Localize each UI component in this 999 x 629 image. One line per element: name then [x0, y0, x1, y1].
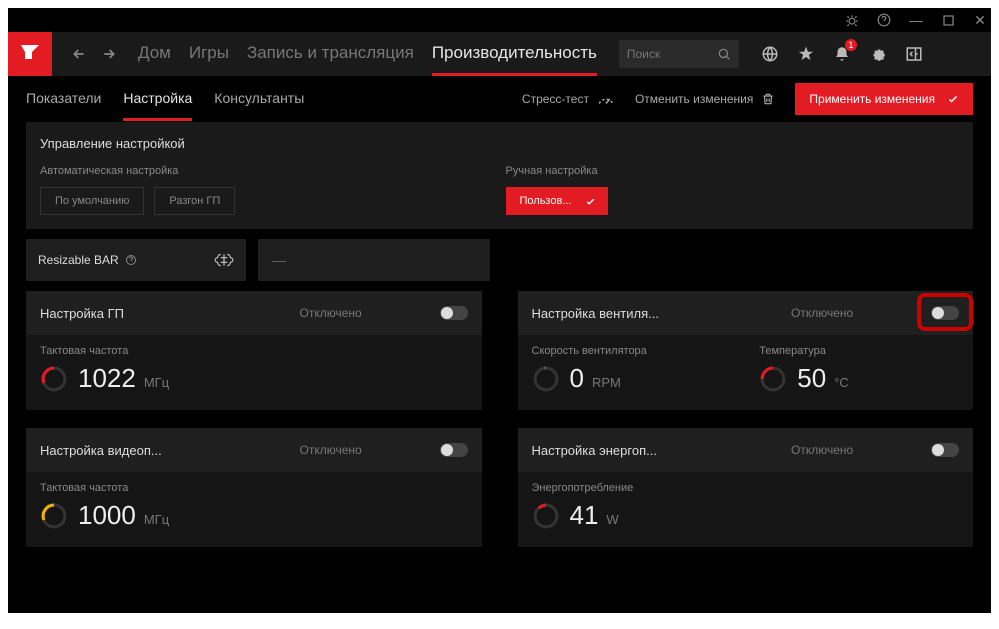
fan-speed-value: 0	[570, 363, 584, 394]
gauge-icon	[40, 502, 68, 530]
fan-speed-label: Скорость вентилятора	[532, 345, 732, 357]
vram-card-title: Настройка видеоп...	[40, 443, 300, 458]
sub-tabs: Показатели Настройка Консультанты	[26, 78, 304, 121]
star-icon[interactable]	[795, 43, 817, 65]
nav-forward-button[interactable]	[94, 39, 124, 69]
subtab-metrics[interactable]: Показатели	[26, 78, 101, 121]
nav-back-button[interactable]	[64, 39, 94, 69]
gpu-clock-unit: МГц	[144, 375, 169, 390]
tab-home[interactable]: Дом	[138, 33, 171, 76]
vram-metric-label: Тактовая частота	[40, 482, 468, 494]
app-window: — ✕ Дом Игры Запись и трансляция Произво…	[8, 8, 991, 613]
discard-button[interactable]: Отменить изменения	[635, 92, 775, 106]
vram-card-status: Отключено	[300, 443, 440, 457]
help-icon[interactable]	[877, 13, 891, 27]
gpu-tuning-card: Настройка ГП Отключено Тактовая частота …	[26, 291, 482, 410]
gpu-metric-label: Тактовая частота	[40, 345, 468, 357]
temp-value: 50	[797, 363, 826, 394]
minimize-button[interactable]: —	[909, 13, 923, 27]
gauge-icon	[597, 92, 615, 106]
fan-card-status: Отключено	[791, 306, 931, 320]
search-placeholder: Поиск	[627, 47, 660, 61]
check-icon	[947, 93, 959, 105]
subbar: Показатели Настройка Консультанты Стресс…	[8, 76, 991, 122]
bell-icon[interactable]: 1	[831, 43, 853, 65]
gpu-card-status: Отключено	[300, 306, 440, 320]
gpu-toggle[interactable]	[440, 306, 468, 320]
vram-clock-unit: МГц	[144, 512, 169, 527]
power-tuning-card: Настройка энергоп... Отключено Энергопот…	[518, 428, 974, 547]
bug-icon[interactable]	[845, 13, 859, 27]
topbar: Дом Игры Запись и трансляция Производите…	[8, 32, 991, 76]
vram-tuning-card: Настройка видеоп... Отключено Тактовая ч…	[26, 428, 482, 547]
resizable-bar-label: Resizable BAR	[38, 253, 119, 267]
search-icon	[717, 47, 731, 61]
vram-clock-value: 1000	[78, 500, 136, 531]
gear-icon[interactable]	[867, 43, 889, 65]
web-icon[interactable]	[759, 43, 781, 65]
fan-tuning-card: Настройка вентиля... Отключено Скорость …	[518, 291, 974, 410]
stress-test-button[interactable]: Стресс-тест	[522, 92, 615, 106]
content: Управление настройкой Автоматическая нас…	[8, 122, 991, 613]
dock-icon[interactable]	[903, 43, 925, 65]
resizable-bar-row: Resizable BAR —	[26, 239, 973, 281]
titlebar: — ✕	[8, 8, 991, 32]
preset-overclock-button[interactable]: Разгон ГП	[154, 187, 235, 215]
tab-games[interactable]: Игры	[189, 33, 229, 76]
gauge-icon	[759, 365, 787, 393]
check-icon	[585, 196, 596, 207]
gpu-clock-value: 1022	[78, 363, 136, 394]
apply-button[interactable]: Применить изменения	[795, 83, 973, 115]
header-icons: 1	[759, 43, 925, 65]
fan-card-title: Настройка вентиля...	[532, 306, 792, 321]
power-card-title: Настройка энергоп...	[532, 443, 792, 458]
brain-icon	[214, 252, 234, 268]
close-button[interactable]: ✕	[973, 13, 987, 27]
manual-tuning-section: Ручная настройка Пользов...	[506, 165, 960, 215]
power-value: 41	[570, 500, 599, 531]
manual-tuning-label: Ручная настройка	[506, 165, 960, 177]
gauge-icon	[40, 365, 68, 393]
temp-label: Температура	[759, 345, 959, 357]
tab-performance[interactable]: Производительность	[432, 33, 597, 76]
preset-custom-label: Пользов...	[520, 195, 572, 207]
power-metric-label: Энергопотребление	[532, 482, 960, 494]
search-input[interactable]: Поиск	[619, 40, 739, 68]
notification-badge: 1	[845, 39, 857, 51]
subtab-advisors[interactable]: Консультанты	[214, 78, 304, 121]
vram-toggle[interactable]	[440, 443, 468, 457]
tuning-control-panel: Управление настройкой Автоматическая нас…	[26, 122, 973, 229]
subtab-tuning[interactable]: Настройка	[123, 78, 192, 121]
apply-label: Применить изменения	[809, 92, 935, 106]
temp-unit: °C	[834, 375, 849, 390]
gpu-card-title: Настройка ГП	[40, 306, 300, 321]
preset-default-button[interactable]: По умолчанию	[40, 187, 144, 215]
trash-icon	[761, 92, 775, 106]
amd-logo[interactable]	[8, 32, 52, 76]
power-card-status: Отключено	[791, 443, 931, 457]
resizable-bar-item[interactable]: Resizable BAR	[26, 239, 246, 281]
info-icon	[125, 254, 137, 266]
power-unit: W	[606, 512, 618, 527]
discard-label: Отменить изменения	[635, 92, 753, 106]
gauge-icon	[532, 365, 560, 393]
power-toggle[interactable]	[931, 443, 959, 457]
auto-tuning-label: Автоматическая настройка	[40, 165, 494, 177]
control-header: Управление настройкой	[26, 122, 973, 165]
annotation-highlight	[917, 293, 973, 331]
resizable-bar-value: —	[258, 239, 490, 281]
fan-speed-unit: RPM	[592, 375, 621, 390]
maximize-button[interactable]	[941, 13, 955, 27]
preset-custom-button[interactable]: Пользов...	[506, 187, 609, 215]
gauge-icon	[532, 502, 560, 530]
tab-streaming[interactable]: Запись и трансляция	[247, 33, 414, 76]
main-tabs: Дом Игры Запись и трансляция Производите…	[138, 33, 597, 76]
tuning-grid: Настройка ГП Отключено Тактовая частота …	[26, 291, 973, 547]
auto-tuning-section: Автоматическая настройка По умолчанию Ра…	[40, 165, 494, 215]
stress-test-label: Стресс-тест	[522, 92, 589, 106]
